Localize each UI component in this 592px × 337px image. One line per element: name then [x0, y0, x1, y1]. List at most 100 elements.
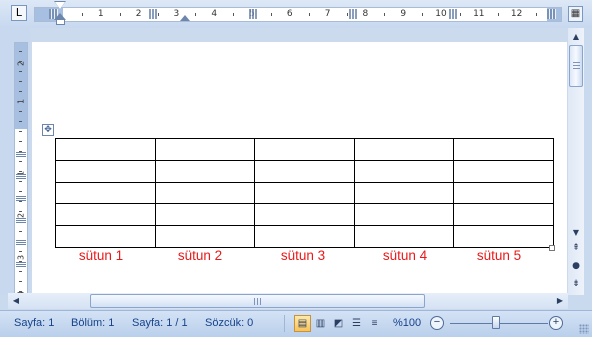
table-cell[interactable] — [55, 138, 156, 161]
column-label-5: sütun 5 — [476, 248, 522, 263]
vertical-ruler[interactable]: 211234 — [14, 42, 28, 296]
ruler-tick — [233, 13, 235, 16]
vertical-ruler-tick — [19, 111, 22, 112]
tab-stop-marker[interactable] — [180, 15, 190, 21]
vertical-ruler-number: 2 — [16, 60, 26, 67]
table-cell[interactable] — [453, 138, 554, 161]
vertical-ruler-tick — [19, 251, 22, 252]
table-cell[interactable] — [254, 203, 355, 227]
table-cell[interactable] — [55, 181, 156, 205]
vertical-ruler-tick — [19, 121, 22, 122]
table-cell[interactable] — [55, 203, 156, 227]
table-move-handle-icon[interactable]: ✥ — [42, 124, 54, 136]
print-layout-view-icon[interactable]: ▤ — [294, 315, 311, 332]
page-number-status[interactable]: Sayfa: 1 — [14, 317, 54, 329]
zoom-slider-thumb[interactable] — [492, 316, 500, 329]
vertical-ruler-bar: 211234 — [0, 28, 30, 296]
table-cell[interactable] — [154, 138, 256, 161]
scroll-left-arrow-icon[interactable]: ◀ — [9, 293, 23, 309]
table-cell[interactable] — [453, 181, 554, 205]
table-column-marker[interactable] — [249, 9, 258, 19]
table-cell[interactable] — [353, 203, 455, 227]
table-cell[interactable] — [254, 225, 355, 248]
next-page-icon[interactable]: ⇟ — [568, 278, 584, 291]
vertical-ruler-tick — [19, 291, 22, 292]
web-layout-view-icon[interactable]: ◩ — [330, 315, 347, 332]
previous-page-icon[interactable]: ⇞ — [568, 242, 584, 255]
table-row-marker[interactable] — [16, 174, 26, 179]
full-screen-reading-view-icon[interactable]: ▥ — [312, 315, 329, 332]
horizontal-ruler[interactable]: 123456789101112 — [34, 7, 562, 22]
vertical-scroll-thumb[interactable] — [569, 45, 583, 87]
vertical-ruler-tick — [19, 61, 22, 62]
table-row-marker[interactable] — [16, 152, 26, 157]
page-count-status[interactable]: Sayfa: 1 / 1 — [132, 317, 188, 329]
table-cell[interactable] — [55, 159, 156, 183]
scroll-down-arrow-icon[interactable]: ▼ — [568, 226, 584, 240]
table-cell[interactable] — [453, 203, 554, 227]
outline-view-icon[interactable]: ☰ — [348, 315, 365, 332]
vertical-ruler-tick — [19, 101, 22, 102]
scroll-right-arrow-icon[interactable]: ▶ — [553, 293, 567, 309]
table-row — [55, 138, 554, 161]
ruler-tick — [535, 13, 537, 16]
view-ruler-icon[interactable]: ▦ — [568, 6, 583, 22]
horizontal-scroll-thumb[interactable] — [90, 294, 425, 308]
vertical-scrollbar[interactable]: ▲ ▼ ⇞ ● ⇟ — [568, 28, 584, 295]
resize-grip-icon[interactable] — [579, 324, 589, 334]
zoom-level[interactable]: %100 — [393, 317, 421, 329]
table-cell[interactable] — [353, 138, 455, 161]
table-cell[interactable] — [453, 225, 554, 248]
table-cell[interactable] — [154, 203, 256, 227]
vertical-ruler-tick — [19, 211, 22, 212]
vertical-ruler-tick — [19, 271, 22, 272]
ruler-tick — [346, 13, 348, 16]
table-cell[interactable] — [154, 225, 256, 248]
horizontal-ruler-bar: L 123456789101112 ▦ — [0, 0, 592, 28]
tab-selector-button[interactable]: L — [11, 5, 27, 21]
table-column-marker[interactable] — [547, 9, 556, 19]
select-browse-object-icon[interactable]: ● — [568, 260, 584, 273]
table-resize-handle[interactable] — [549, 245, 555, 251]
ruler-tick — [195, 13, 197, 16]
table-cell[interactable] — [254, 138, 355, 161]
table-cell[interactable] — [353, 225, 455, 248]
scroll-up-arrow-icon[interactable]: ▲ — [568, 30, 584, 44]
table-row — [55, 203, 554, 227]
vertical-ruler-tick — [19, 191, 22, 192]
table-row — [55, 181, 554, 205]
left-indent-marker[interactable] — [56, 19, 65, 25]
table-cell[interactable] — [55, 225, 156, 248]
table-cell[interactable] — [154, 159, 256, 183]
table-row-marker[interactable] — [16, 196, 26, 201]
table-cell[interactable] — [254, 159, 355, 183]
ruler-tick — [497, 13, 499, 16]
ruler-number: 10 — [435, 9, 447, 19]
table-cell[interactable] — [154, 181, 256, 205]
table-row-marker[interactable] — [16, 240, 26, 245]
draft-view-icon[interactable]: ≡ — [366, 315, 383, 332]
thumb-grip — [573, 62, 580, 63]
table-row-marker[interactable] — [16, 218, 26, 223]
zoom-out-icon[interactable]: − — [430, 316, 444, 330]
table-row-marker[interactable] — [16, 262, 26, 267]
section-status[interactable]: Bölüm: 1 — [71, 317, 114, 329]
vertical-ruler-tick — [19, 201, 22, 202]
table-column-marker[interactable] — [449, 9, 458, 19]
ruler-tick — [384, 13, 386, 16]
word-count-status[interactable]: Sözcük: 0 — [205, 317, 253, 329]
vertical-ruler-tick — [19, 171, 22, 172]
table-cell[interactable] — [254, 181, 355, 205]
zoom-in-icon[interactable]: + — [549, 316, 563, 330]
vertical-ruler-tick — [19, 131, 22, 132]
table-column-marker[interactable] — [349, 9, 358, 19]
document-table[interactable] — [55, 138, 554, 248]
table-cell[interactable] — [353, 159, 455, 183]
table-cell[interactable] — [453, 159, 554, 183]
vertical-ruler-tick — [19, 181, 22, 182]
table-cell[interactable] — [353, 181, 455, 205]
first-line-indent-marker-fill — [55, 2, 65, 9]
horizontal-scrollbar[interactable]: ◀ ▶ — [8, 293, 568, 309]
table-column-marker[interactable] — [149, 9, 158, 19]
column-label-3: sütun 3 — [280, 248, 326, 263]
